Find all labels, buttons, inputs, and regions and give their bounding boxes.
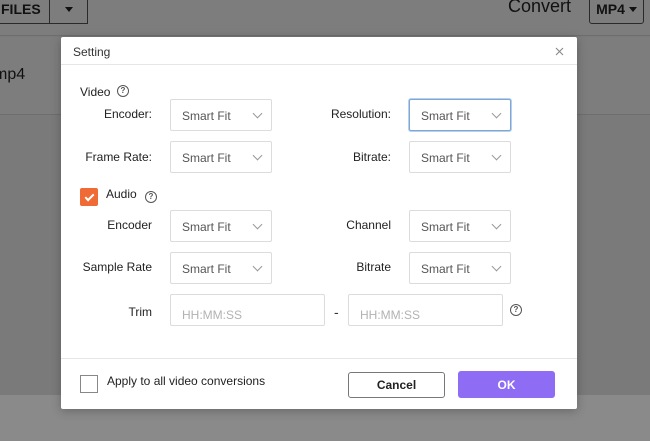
trim-start-input[interactable] (170, 294, 325, 326)
video-section-label: Video (80, 85, 111, 99)
frame-rate-select[interactable]: Smart Fit (170, 141, 272, 173)
video-bitrate-value: Smart Fit (421, 151, 470, 165)
caret-down-icon (628, 6, 637, 12)
add-files-dropdown-button[interactable] (49, 0, 88, 24)
format-select-button[interactable]: MP4 (589, 0, 644, 24)
chevron-down-icon (252, 219, 263, 230)
audio-bitrate-label: Bitrate (356, 260, 391, 274)
channel-value: Smart Fit (421, 220, 470, 234)
add-files-button[interactable]: FILES (0, 0, 50, 24)
close-button[interactable] (551, 43, 567, 59)
trim-separator: - (334, 304, 339, 320)
audio-section-label: Audio (106, 187, 137, 201)
audio-encoder-value: Smart Fit (182, 220, 231, 234)
audio-encoder-label: Encoder (107, 218, 152, 232)
video-encoder-value: Smart Fit (182, 109, 231, 123)
audio-checkbox[interactable] (80, 188, 98, 206)
frame-rate-value: Smart Fit (182, 151, 231, 165)
file-name: mp4 (0, 66, 26, 83)
video-encoder-select[interactable]: Smart Fit (170, 99, 272, 131)
close-icon (555, 47, 563, 55)
apply-all-label: Apply to all video conversions (107, 374, 266, 388)
chevron-down-icon (491, 261, 502, 272)
sample-rate-label: Sample Rate (82, 260, 152, 274)
trim-help-icon[interactable]: ? (510, 304, 522, 316)
convert-label: Convert (508, 0, 572, 16)
audio-help-icon[interactable]: ? (145, 191, 157, 203)
resolution-value: Smart Fit (421, 109, 470, 123)
audio-encoder-select[interactable]: Smart Fit (170, 210, 272, 242)
apply-all-checkbox[interactable] (80, 375, 98, 393)
checkmark-icon (84, 191, 94, 201)
audio-bitrate-select[interactable]: Smart Fit (409, 252, 511, 284)
footer-divider (61, 358, 577, 359)
cancel-button[interactable]: Cancel (348, 372, 445, 398)
dialog-title: Setting (73, 45, 111, 59)
video-bitrate-label: Bitrate: (352, 150, 391, 164)
chevron-down-icon (252, 108, 263, 119)
video-help-icon[interactable]: ? (117, 85, 129, 97)
resolution-label: Resolution: (330, 107, 391, 121)
frame-rate-label: Frame Rate: (85, 150, 152, 164)
chevron-down-icon (252, 261, 263, 272)
trim-label: Trim (128, 305, 152, 319)
trim-end-input[interactable] (348, 294, 503, 326)
format-label: MP4 (596, 1, 625, 17)
chevron-down-icon (491, 219, 502, 230)
sample-rate-value: Smart Fit (182, 262, 231, 276)
chevron-down-icon (491, 108, 502, 119)
channel-label: Channel (346, 218, 391, 232)
resolution-select[interactable]: Smart Fit (409, 99, 511, 131)
audio-bitrate-value: Smart Fit (421, 262, 470, 276)
channel-select[interactable]: Smart Fit (409, 210, 511, 242)
settings-dialog: Setting Video ? Encoder: Smart Fit Resol… (61, 37, 577, 409)
ok-button[interactable]: OK (458, 371, 555, 398)
chevron-down-icon (491, 150, 502, 161)
header-divider (61, 64, 577, 65)
video-bitrate-select[interactable]: Smart Fit (409, 141, 511, 173)
video-encoder-label: Encoder: (103, 107, 152, 121)
chevron-down-icon (252, 150, 263, 161)
sample-rate-select[interactable]: Smart Fit (170, 252, 272, 284)
caret-down-icon (64, 6, 73, 12)
